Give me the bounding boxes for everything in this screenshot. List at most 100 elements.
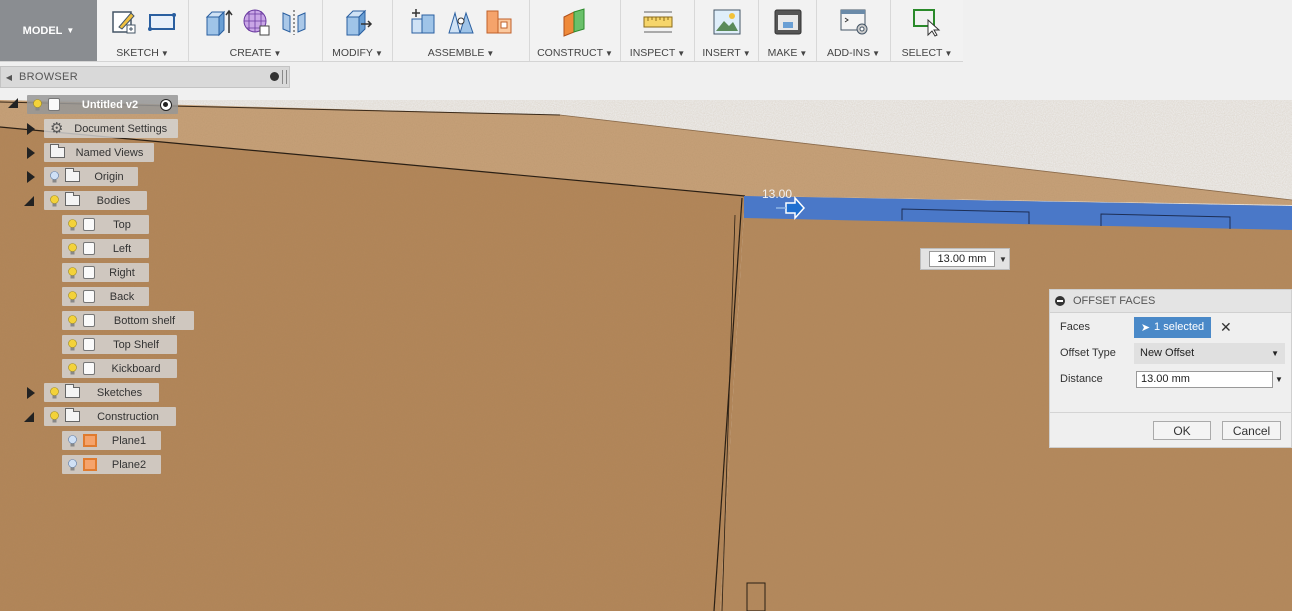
- caret-down-icon: ▼: [944, 49, 953, 58]
- tree-label: Right: [109, 266, 135, 279]
- faces-selection-button[interactable]: ➤ 1 selected: [1134, 316, 1211, 338]
- tree-item-body[interactable]: Top Shelf: [62, 335, 177, 354]
- tree-item-named-views[interactable]: Named Views: [44, 143, 154, 162]
- dialog-title: OFFSET FACES: [1073, 295, 1156, 307]
- toolbar-label-make: MAKE: [767, 47, 798, 59]
- resize-handle-icon[interactable]: [282, 70, 287, 84]
- visibility-bulb-icon[interactable]: [68, 314, 77, 327]
- tree-item-bodies[interactable]: Bodies: [44, 191, 147, 210]
- dimension-input-box[interactable]: 13.00 mm ▼: [920, 248, 1010, 270]
- tree-label-root: Untitled v2: [81, 98, 139, 111]
- tree-item-body[interactable]: Back: [62, 287, 149, 306]
- toolbar-group-assemble[interactable]: ASSEMBLE ▼: [393, 0, 530, 61]
- expand-arrow-icon[interactable]: [27, 387, 35, 399]
- toolbar-group-make[interactable]: MAKE ▼: [759, 0, 817, 61]
- toolbar-group-add-ins[interactable]: ADD-INS ▼: [817, 0, 891, 61]
- dimension-label: 13.00: [762, 187, 793, 201]
- visibility-bulb-icon[interactable]: [68, 218, 77, 231]
- expand-arrow-icon[interactable]: [27, 123, 35, 135]
- toolbar-label-add-ins: ADD-INS: [826, 47, 871, 59]
- visibility-bulb-off-icon[interactable]: [68, 434, 77, 447]
- visibility-bulb-icon[interactable]: [68, 266, 77, 279]
- extrude-icon[interactable]: [203, 7, 233, 37]
- toolbar-group-insert[interactable]: INSERT ▼: [695, 0, 759, 61]
- rectangle-icon[interactable]: [147, 7, 177, 37]
- tree-label: Origin: [94, 170, 124, 183]
- new-component-icon[interactable]: [408, 7, 438, 37]
- visibility-bulb-icon[interactable]: [33, 98, 42, 111]
- select-icon[interactable]: [912, 7, 942, 37]
- workspace-switcher[interactable]: MODEL ▼: [0, 0, 97, 61]
- tree-item-body[interactable]: Top: [62, 215, 149, 234]
- toolbar-group-sketch[interactable]: SKETCH ▼: [97, 0, 189, 61]
- tree-label: Sketches: [96, 386, 143, 399]
- tree-label: Kickboard: [111, 362, 161, 375]
- joint-icon[interactable]: [446, 7, 476, 37]
- dimension-input[interactable]: 13.00 mm: [929, 251, 995, 267]
- folder-icon: [65, 192, 80, 206]
- tree-item-sketches[interactable]: Sketches: [44, 383, 159, 402]
- tree-root[interactable]: Untitled v2: [27, 95, 178, 114]
- activate-icon[interactable]: [160, 98, 172, 111]
- tree-item-plane[interactable]: Plane2: [62, 455, 161, 474]
- toolbar-label-create: CREATE: [229, 47, 272, 59]
- 3d-print-icon[interactable]: [773, 7, 803, 37]
- distance-input[interactable]: 13.00 mm: [1136, 370, 1273, 388]
- ok-button[interactable]: OK: [1153, 421, 1211, 440]
- browser-panel-header[interactable]: ◀ BROWSER: [0, 66, 290, 88]
- toolbar-group-create[interactable]: CREATE ▼: [189, 0, 323, 61]
- tree-item-body[interactable]: Bottom shelf: [62, 311, 194, 330]
- press-pull-icon[interactable]: [343, 7, 373, 37]
- offset-type-select[interactable]: New Offset ▼: [1134, 342, 1285, 364]
- visibility-bulb-icon[interactable]: [50, 386, 59, 399]
- expand-arrow-icon[interactable]: [24, 412, 34, 422]
- create-sketch-icon[interactable]: [109, 7, 139, 37]
- visibility-bulb-icon[interactable]: [68, 242, 77, 255]
- body-icon: [83, 242, 95, 255]
- visibility-bulb-icon[interactable]: [68, 338, 77, 351]
- tree-item-body[interactable]: Right: [62, 263, 149, 282]
- toolbar-group-select[interactable]: SELECT ▼: [891, 0, 963, 61]
- tree-item-origin[interactable]: Origin: [44, 167, 138, 186]
- toolbar-label-sketch: SKETCH: [116, 47, 159, 59]
- visibility-bulb-off-icon[interactable]: [68, 458, 77, 471]
- tree-item-document-settings[interactable]: ⚙ Document Settings: [44, 119, 178, 138]
- toolbar-group-construct[interactable]: CONSTRUCT ▼: [530, 0, 621, 61]
- cancel-button[interactable]: Cancel: [1222, 421, 1281, 440]
- offset-plane-icon[interactable]: [560, 7, 590, 37]
- form-icon[interactable]: [241, 7, 271, 37]
- toolbar-group-modify[interactable]: MODIFY ▼: [323, 0, 393, 61]
- expand-arrow-icon[interactable]: [27, 147, 35, 159]
- collapse-icon[interactable]: [1055, 296, 1065, 306]
- visibility-bulb-icon[interactable]: [68, 362, 77, 375]
- pin-icon[interactable]: [270, 72, 279, 81]
- tree-item-plane[interactable]: Plane1: [62, 431, 161, 450]
- component-icon: [48, 98, 60, 111]
- scripts-icon[interactable]: [839, 7, 869, 37]
- tree-label: Plane1: [111, 434, 147, 447]
- tree-item-body[interactable]: Kickboard: [62, 359, 177, 378]
- tree-item-construction[interactable]: Construction: [44, 407, 176, 426]
- toolbar-label-select: SELECT: [901, 47, 943, 59]
- body-icon: [83, 218, 95, 231]
- expand-arrow-icon[interactable]: [8, 98, 18, 108]
- tree-item-body[interactable]: Left: [62, 239, 149, 258]
- visibility-bulb-icon[interactable]: [68, 290, 77, 303]
- clear-selection-icon[interactable]: ✕: [1220, 319, 1232, 336]
- visibility-bulb-off-icon[interactable]: [50, 170, 59, 183]
- caret-down-icon[interactable]: ▼: [1275, 375, 1283, 384]
- insert-image-icon[interactable]: [712, 7, 742, 37]
- caret-down-icon[interactable]: ▼: [999, 255, 1007, 264]
- body-icon: [83, 290, 95, 303]
- measure-icon[interactable]: [643, 7, 673, 37]
- collapse-icon[interactable]: ◀: [3, 73, 15, 82]
- expand-arrow-icon[interactable]: [24, 196, 34, 206]
- visibility-bulb-icon[interactable]: [50, 410, 59, 423]
- mirror-icon[interactable]: [279, 7, 309, 37]
- toolbar-group-inspect[interactable]: INSPECT ▼: [621, 0, 695, 61]
- expand-arrow-icon[interactable]: [27, 171, 35, 183]
- visibility-bulb-icon[interactable]: [50, 194, 59, 207]
- dialog-header[interactable]: OFFSET FACES: [1050, 290, 1291, 313]
- toolbar-label-assemble: ASSEMBLE: [427, 47, 485, 59]
- as-built-joint-icon[interactable]: [484, 7, 514, 37]
